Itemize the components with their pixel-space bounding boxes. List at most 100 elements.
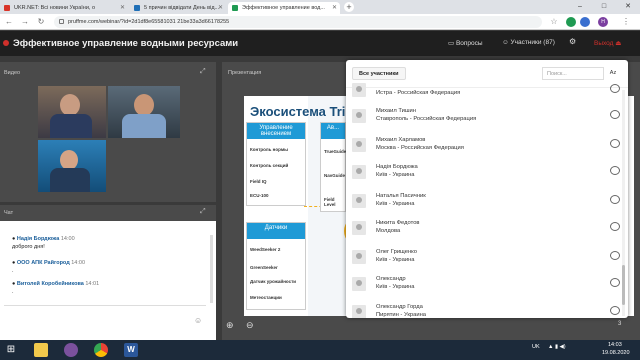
slide-card-item: TrueGuide	[324, 149, 347, 154]
chat-scrollbar[interactable]	[210, 235, 213, 303]
participant-row[interactable]: Надія Бордюжа Київ - Украина	[352, 162, 620, 188]
close-tab-icon[interactable]: ✕	[120, 4, 125, 11]
questions-icon: ▭	[448, 40, 456, 47]
participant-location: Київ - Украина	[376, 284, 415, 290]
address-bar-row: ← → ↻ pruffme.com/webinar/?id=2d1df8e655…	[0, 14, 640, 30]
message-bubble-icon[interactable]	[610, 195, 620, 204]
url-field[interactable]: pruffme.com/webinar/?id=2d1df8e65581031 …	[54, 16, 542, 28]
word-icon[interactable]: W	[124, 343, 138, 357]
clock-date[interactable]: 19.08.2020	[602, 350, 630, 356]
slide-title: Экосистема Tri	[250, 104, 346, 119]
ukrnet-favicon-icon	[4, 5, 10, 11]
participant-location: Пирятин - Украина	[376, 312, 427, 318]
slide-card-item: Field IQ	[250, 179, 267, 184]
forward-arrow-icon[interactable]: →	[19, 16, 31, 28]
windows-taskbar: ⊞ W UK ▲ ▮ ◀) 14:03 19.08.2020	[0, 340, 640, 360]
tab-all-participants[interactable]: Все участники	[352, 67, 406, 80]
webinar-title: Эффективное управление водными ресурсами	[13, 38, 239, 49]
close-tab-icon[interactable]: ✕	[218, 4, 223, 11]
browser-tab-ukrnet[interactable]: UKR.NET: Всі новини України, о ✕	[0, 2, 128, 14]
menu-kebab-icon[interactable]: ⋮	[620, 16, 632, 28]
participant-row[interactable]: Михаил Тишин Ставрополь - Российская Фед…	[352, 106, 620, 132]
participant-row[interactable]: Олег Грищенко Київ - Украина	[352, 247, 620, 273]
bookmark-star-icon[interactable]: ☆	[548, 16, 560, 28]
browser-tab-5-reasons[interactable]: 5 причин відвідати День від... ✕	[130, 2, 226, 14]
message-bubble-icon[interactable]	[610, 306, 620, 315]
message-bubble-icon[interactable]	[610, 139, 620, 148]
tray-icons[interactable]: ▲ ▮ ◀)	[548, 344, 566, 350]
slide-card-item: Контроль секций	[250, 163, 289, 168]
maximize-button[interactable]: □	[592, 0, 616, 14]
minimize-button[interactable]: –	[568, 0, 592, 14]
avatar	[352, 277, 366, 291]
chrome-icon[interactable]	[94, 343, 108, 357]
participant-name: Олег Грищенко	[376, 249, 418, 255]
video-tile[interactable]	[108, 86, 180, 138]
emoji-icon[interactable]: ☺	[194, 316, 202, 325]
participant-name: Наталья Пасичник	[376, 193, 426, 199]
expand-icon[interactable]: ⤢	[200, 208, 206, 216]
close-tab-icon[interactable]: ✕	[332, 4, 337, 11]
close-window-button[interactable]: ✕	[616, 0, 640, 14]
browser-tab-webinar[interactable]: Эффективное управление вод... ✕	[228, 2, 340, 14]
participant-location: Київ - Украина	[376, 201, 415, 207]
windows-start-icon[interactable]: ⊞	[4, 343, 18, 357]
avatar	[352, 138, 366, 152]
avatar	[352, 305, 366, 318]
participant-row[interactable]: Олександр Горда Пирятин - Украина	[352, 302, 620, 318]
file-explorer-icon[interactable]	[34, 343, 48, 357]
message-bubble-icon[interactable]	[610, 166, 620, 175]
zoom-out-icon[interactable]: ⊖	[246, 320, 254, 331]
participant-row[interactable]: Михаил Харламов Москва - Российская Феде…	[352, 135, 620, 161]
participant-name: Надія Бордюжа	[376, 164, 418, 170]
participant-row[interactable]: Никита Федотов Молдова	[352, 218, 620, 244]
participants-button[interactable]: ☺ Участники (87)	[502, 39, 555, 46]
participant-row[interactable]: Наталья Пасичник Київ - Украина	[352, 191, 620, 217]
participant-row[interactable]: Истра - Российская Федерация	[352, 80, 620, 106]
participant-location: Истра - Российская Федерация	[376, 90, 461, 96]
sort-button[interactable]: Az	[606, 67, 620, 80]
avatar	[352, 83, 366, 97]
questions-button[interactable]: ▭ Вопросы	[448, 39, 483, 47]
participant-row[interactable]: Олександр Київ - Украина	[352, 274, 620, 300]
message-bubble-icon[interactable]	[610, 222, 620, 231]
exit-button[interactable]: Выход ⏏	[594, 39, 621, 47]
slide-card-item: Метеостанции	[250, 295, 282, 300]
slide-card-item: NavGuide	[324, 173, 346, 178]
back-arrow-icon[interactable]: ←	[3, 16, 15, 28]
video-label: Видео	[4, 70, 21, 76]
participant-location: Ставрополь - Российская Федерация	[376, 116, 477, 122]
chat-header: Чат ⤢	[0, 205, 216, 221]
language-indicator[interactable]: UK	[532, 344, 540, 350]
participant-location: Молдова	[376, 228, 401, 234]
expand-icon[interactable]: ⤢	[200, 68, 206, 76]
participant-location: Москва - Российская Федерация	[376, 145, 464, 151]
extension-icon[interactable]	[566, 17, 576, 27]
exit-icon: ⏏	[615, 40, 622, 47]
message-bubble-icon[interactable]	[610, 110, 620, 119]
participants-search-input[interactable]: Поиск...	[542, 67, 604, 80]
video-grid	[38, 86, 180, 194]
scrollbar-thumb[interactable]	[622, 265, 625, 305]
slide-card-item: GreenSeeker	[250, 265, 278, 270]
participant-name: Михаил Харламов	[376, 137, 426, 143]
chat-input[interactable]	[4, 305, 206, 335]
message-bubble-icon[interactable]	[610, 278, 620, 287]
message-bubble-icon[interactable]	[610, 251, 620, 260]
participant-name: Олександр Горда	[376, 304, 423, 310]
reload-icon[interactable]: ↻	[35, 16, 47, 28]
slide-card-item: Field Level	[324, 197, 336, 207]
video-tile[interactable]	[38, 140, 106, 192]
participants-scrollbar[interactable]	[622, 90, 625, 316]
zoom-in-icon[interactable]: ⊕	[226, 320, 234, 331]
clock-time[interactable]: 14:03	[608, 342, 622, 348]
profile-avatar[interactable]: H	[598, 17, 608, 27]
settings-gear-icon[interactable]: ⚙	[569, 37, 576, 46]
viber-icon[interactable]	[64, 343, 78, 357]
avatar	[352, 165, 366, 179]
extension-icon[interactable]	[580, 17, 590, 27]
new-tab-button[interactable]: +	[344, 2, 354, 12]
message-bubble-icon[interactable]	[610, 84, 620, 93]
video-tile[interactable]	[38, 86, 106, 138]
site-favicon-icon	[134, 5, 140, 11]
